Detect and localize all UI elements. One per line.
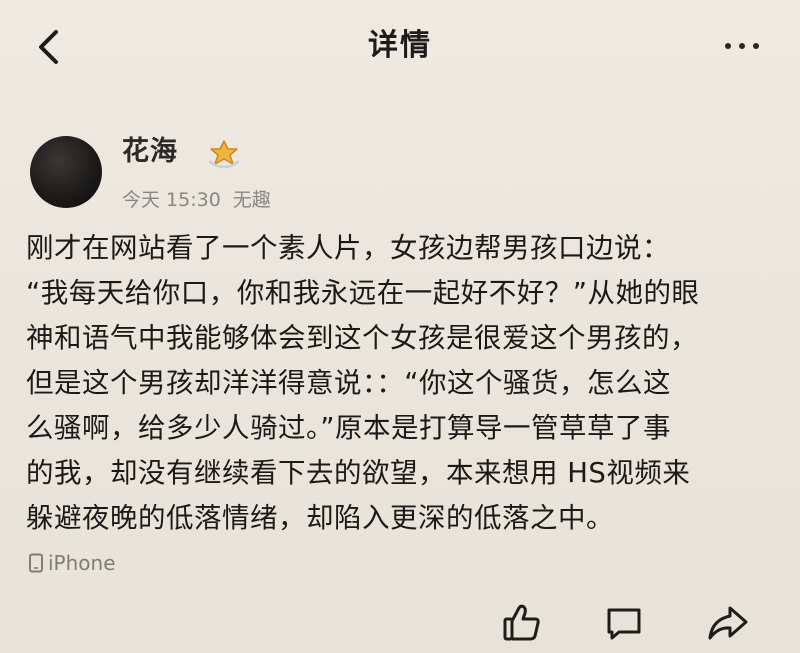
post-text-line: 的我，却没有继续看下去的欲望，本来想用 HS视频来: [26, 457, 691, 489]
comment-button[interactable]: [598, 600, 650, 646]
post-text-line: “我每天给你口，你和我永远在一起好不好？”从她的眼: [26, 277, 700, 309]
post-text-line: 躲避夜晚的低落情绪，却陷入更深的低落之中。: [26, 502, 614, 534]
more-dot: [753, 43, 759, 49]
post-meta: 今天 15:30 无趣: [122, 186, 271, 214]
avatar[interactable]: [30, 136, 102, 208]
post-text-line: 神和语气中我能够体会到这个女孩是很爱这个男孩的，: [26, 322, 698, 354]
more-dot: [739, 43, 745, 49]
post-text-line: 但是这个男孩却洋洋得意说：：“你这个骚货，怎么这: [26, 367, 671, 399]
post-text-line: 么骚啊，给多少人骑过。”原本是打算导一管草草了事: [26, 412, 671, 444]
post-action-bar: [0, 596, 800, 653]
post-device-source: iPhone: [28, 551, 116, 575]
post-detail-screen: 详情 花海 今天 15:30 无趣 刚才在网站看了一个素人片，女孩边帮男孩口边说…: [0, 0, 800, 653]
post-source-tag: 无趣: [232, 189, 271, 211]
device-name: iPhone: [48, 551, 116, 575]
star-badge-icon: [208, 140, 240, 169]
share-arrow-icon: [708, 606, 748, 640]
page-title: 详情: [368, 28, 432, 63]
post-author-header: 花海 今天 15:30 无趣: [30, 128, 770, 218]
like-button[interactable]: [496, 600, 548, 646]
phone-icon: [29, 553, 43, 573]
thumbs-up-icon: [503, 604, 540, 641]
more-button[interactable]: [712, 24, 772, 68]
share-button[interactable]: [702, 600, 754, 646]
post-text-line: 刚才在网站看了一个素人片，女孩边帮男孩口边说：: [26, 232, 670, 264]
comment-icon: [607, 608, 641, 640]
more-dots-icon: [725, 43, 731, 49]
post-time: 今天 15:30: [122, 189, 221, 211]
post-text: 刚才在网站看了一个素人片，女孩边帮男孩口边说： “我每天给你口，你和我永远在一起…: [26, 226, 778, 541]
top-nav-bar: 详情: [0, 0, 800, 92]
author-name[interactable]: 花海: [122, 132, 178, 172]
